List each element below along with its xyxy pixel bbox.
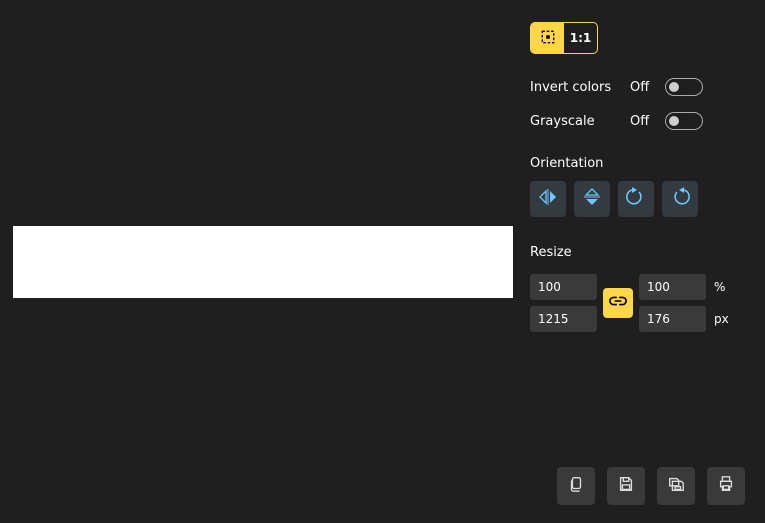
resize-section: Resize % px: [530, 245, 743, 332]
rotate-right-button[interactable]: [662, 181, 698, 217]
save-as-button[interactable]: [657, 467, 695, 505]
save-icon: [617, 475, 635, 497]
grayscale-row: Grayscale Off: [530, 104, 743, 138]
invert-colors-label: Invert colors: [530, 80, 630, 95]
width-pixel-input[interactable]: [530, 306, 597, 332]
grayscale-label: Grayscale: [530, 114, 630, 129]
fit-to-window-button[interactable]: [531, 23, 564, 53]
rotate-right-icon: [670, 187, 690, 211]
invert-colors-row: Invert colors Off: [530, 70, 743, 104]
link-icon: [609, 292, 627, 314]
zoom-mode-segmented[interactable]: 1:1: [530, 22, 598, 54]
copy-button[interactable]: [557, 467, 595, 505]
fit-icon: [541, 30, 555, 47]
width-percent-input[interactable]: [530, 274, 597, 300]
print-button[interactable]: [707, 467, 745, 505]
copy-icon: [567, 475, 585, 497]
height-percent-input[interactable]: [639, 274, 706, 300]
save-button[interactable]: [607, 467, 645, 505]
preview-canvas[interactable]: [13, 226, 513, 298]
grayscale-toggle[interactable]: [665, 112, 703, 130]
percent-unit-label: %: [712, 280, 736, 294]
height-pixel-input[interactable]: [639, 306, 706, 332]
flip-vertical-button[interactable]: [574, 181, 610, 217]
orientation-buttons: [530, 181, 743, 217]
invert-colors-toggle[interactable]: [665, 78, 703, 96]
tools-panel: 1:1 Invert colors Off Grayscale Off Orie…: [520, 0, 765, 523]
canvas-area: [0, 0, 513, 523]
orientation-heading: Orientation: [530, 156, 743, 171]
action-bar: [557, 467, 745, 505]
rotate-left-button[interactable]: [618, 181, 654, 217]
rotate-left-icon: [626, 187, 646, 211]
link-aspect-button[interactable]: [603, 288, 633, 318]
ratio-label: 1:1: [570, 31, 592, 45]
actual-size-button[interactable]: 1:1: [564, 23, 597, 53]
print-icon: [717, 475, 735, 497]
flip-horizontal-button[interactable]: [530, 181, 566, 217]
save-as-icon: [667, 475, 685, 497]
invert-colors-state: Off: [630, 80, 665, 95]
flip-vertical-icon: [582, 187, 602, 211]
resize-heading: Resize: [530, 245, 743, 260]
pixel-unit-label: px: [712, 312, 736, 326]
grayscale-state: Off: [630, 114, 665, 129]
flip-horizontal-icon: [538, 187, 558, 211]
